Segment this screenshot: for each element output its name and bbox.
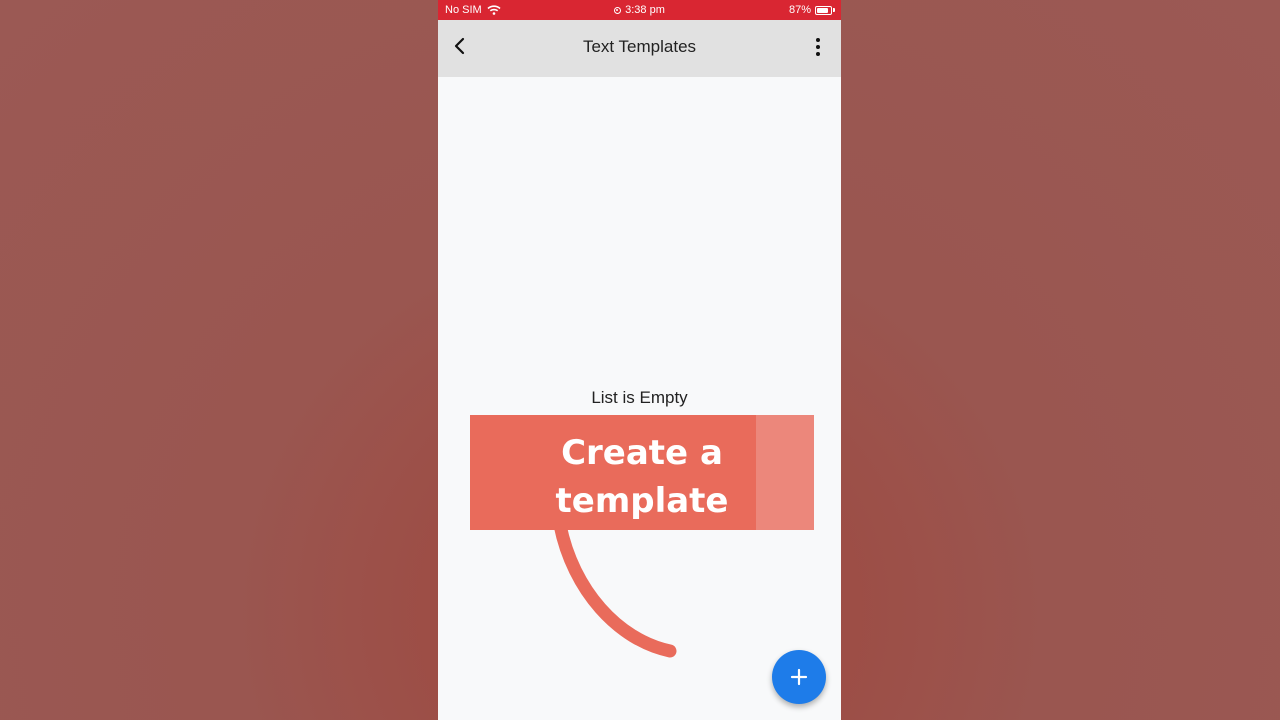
battery-fill xyxy=(817,7,829,13)
page-title: Text Templates xyxy=(582,37,697,56)
create-template-callout: Create a template xyxy=(470,415,814,530)
callout-text: Create a template xyxy=(470,429,814,525)
battery-icon xyxy=(815,5,832,15)
plus-icon xyxy=(790,668,808,686)
phone-screen: No SIM 3:38 pm 87% Text Templates List i… xyxy=(438,0,841,720)
battery-percent: 87% xyxy=(788,4,811,16)
battery-tip xyxy=(833,8,835,12)
app-bar: Text Templates xyxy=(438,20,841,77)
callout-tail-arrow xyxy=(553,518,677,658)
location-icon xyxy=(614,7,622,14)
callout-line-1: Create a xyxy=(561,433,723,473)
status-time: 3:38 pm xyxy=(438,4,841,16)
add-template-button[interactable] xyxy=(772,650,826,704)
more-options-button[interactable] xyxy=(809,35,827,59)
status-bar: No SIM 3:38 pm 87% xyxy=(438,0,841,20)
empty-list-message: List is Empty xyxy=(591,388,688,407)
callout-line-2: template xyxy=(555,481,729,521)
more-vertical-icon xyxy=(816,38,820,56)
status-right: 87% xyxy=(789,4,835,16)
time-text: 3:38 pm xyxy=(625,4,665,16)
